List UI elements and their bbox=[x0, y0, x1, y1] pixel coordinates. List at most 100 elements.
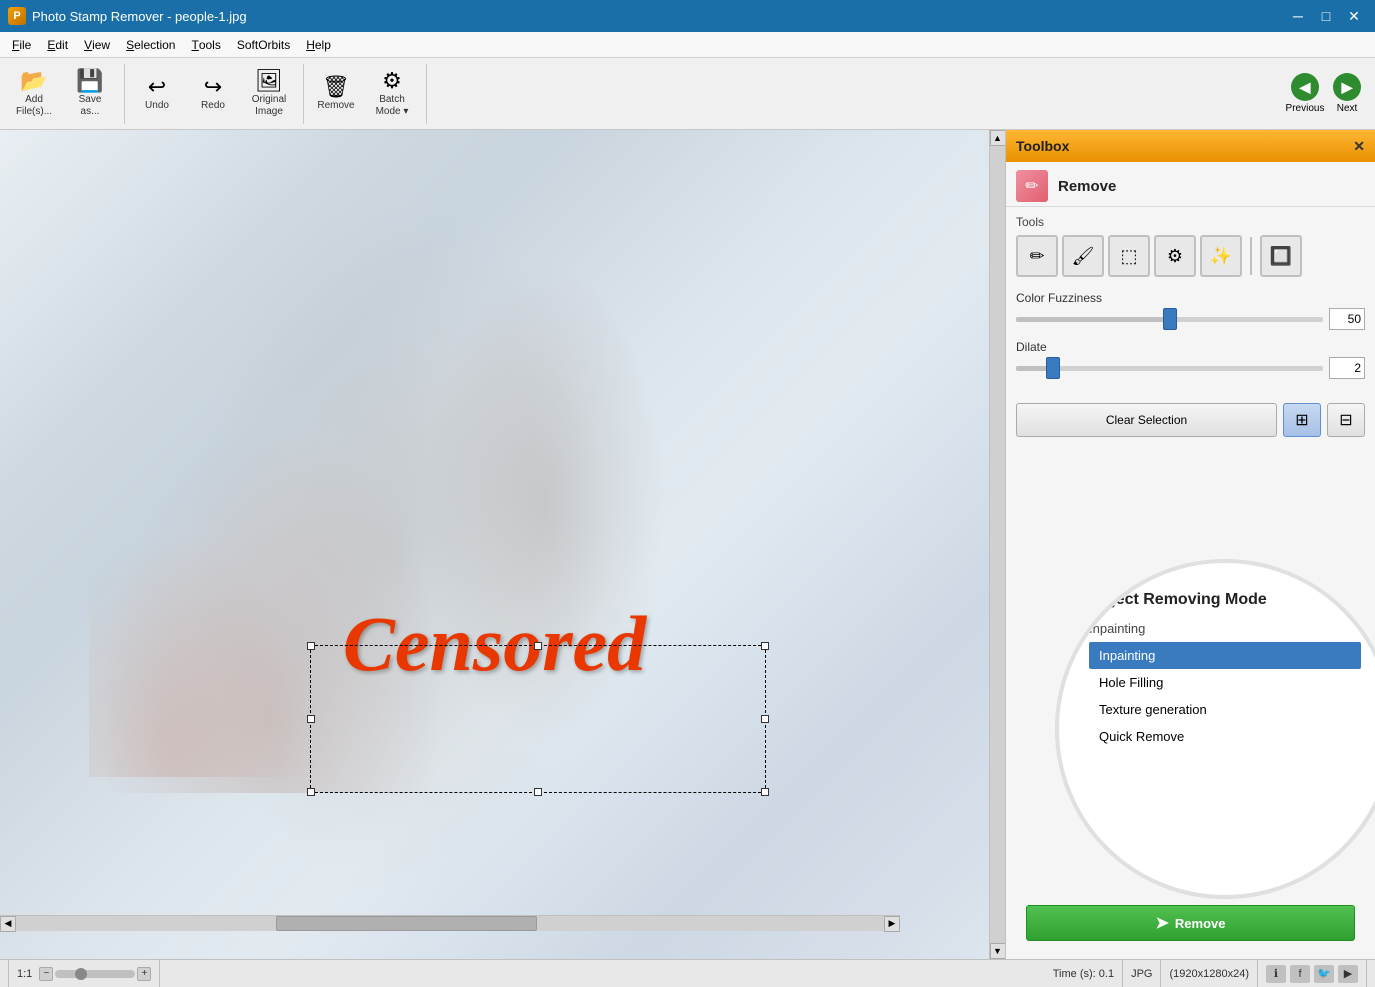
twitter-icon[interactable]: 🐦 bbox=[1314, 965, 1334, 983]
batch-mode-button[interactable]: ⚙ BatchMode ▾ bbox=[366, 65, 418, 123]
toolbar: 📂 AddFile(s)... 💾 Saveas... ↩ Undo ↪ Red… bbox=[0, 58, 1375, 130]
clear-selection-button[interactable]: Clear Selection bbox=[1016, 403, 1277, 437]
dropdown-option-inpainting[interactable]: Inpainting bbox=[1089, 642, 1361, 669]
action-row: Clear Selection ⊞ ⊟ bbox=[1006, 397, 1375, 443]
youtube-icon[interactable]: ▶ bbox=[1338, 965, 1358, 983]
menu-selection[interactable]: Selection bbox=[118, 32, 183, 57]
dropdown-area: Object Removing Mode Inpainting Inpainti… bbox=[1006, 443, 1375, 959]
original-image-button[interactable]: 🖼 OriginalImage bbox=[243, 65, 295, 123]
mode-button-1[interactable]: ⊞ bbox=[1283, 403, 1321, 437]
time-label: Time (s): 0.1 bbox=[1053, 968, 1114, 980]
color-fuzziness-control: 50 bbox=[1016, 308, 1365, 330]
scroll-h-track[interactable] bbox=[16, 916, 884, 931]
next-button[interactable]: ▶ Next bbox=[1327, 65, 1367, 123]
remove-label: Remove bbox=[317, 100, 354, 112]
canvas-area[interactable]: Censored ◀ ▶ bbox=[0, 130, 989, 959]
save-icon: 💾 bbox=[76, 70, 103, 92]
dimensions-label: (1920x1280x24) bbox=[1169, 968, 1249, 980]
menu-edit[interactable]: Edit bbox=[39, 32, 76, 57]
toolbox-panel: Toolbox ✕ ✏ Remove Tools ✏ 🖌 ⬚ ⚙ ✨ 🔲 Col bbox=[1005, 130, 1375, 959]
toolbox-close-button[interactable]: ✕ bbox=[1353, 138, 1365, 155]
remove-button[interactable]: 🗑 Remove bbox=[310, 65, 362, 123]
dilate-track[interactable] bbox=[1016, 366, 1323, 371]
remove-title: Remove bbox=[1058, 178, 1116, 195]
scroll-right-button[interactable]: ▶ bbox=[884, 916, 900, 932]
title-bar-controls[interactable]: ─ □ ✕ bbox=[1285, 5, 1367, 27]
save-label: Saveas... bbox=[79, 94, 102, 118]
main-area: Censored ◀ ▶ ▲ ▼ bbox=[0, 130, 1375, 959]
dropdown-title: Object Removing Mode bbox=[1089, 591, 1361, 609]
title-bar: P Photo Stamp Remover - people-1.jpg ─ □… bbox=[0, 0, 1375, 32]
mode-button-2[interactable]: ⊟ bbox=[1327, 403, 1365, 437]
close-button[interactable]: ✕ bbox=[1341, 5, 1367, 27]
menu-softorbits[interactable]: SoftOrbits bbox=[229, 32, 298, 57]
scroll-down-button[interactable]: ▼ bbox=[990, 943, 1006, 959]
zoom-control: 1:1 − + bbox=[17, 967, 151, 981]
scroll-v-track[interactable] bbox=[990, 146, 1005, 943]
menu-tools[interactable]: Tools bbox=[183, 32, 228, 57]
dropdown-current: Inpainting bbox=[1089, 621, 1361, 636]
color-fuzziness-value[interactable]: 50 bbox=[1329, 308, 1365, 330]
remove-section: ✏ Remove bbox=[1006, 162, 1375, 207]
menu-file[interactable]: File bbox=[4, 32, 39, 57]
info-icon[interactable]: ℹ bbox=[1266, 965, 1286, 983]
tool-separator bbox=[1250, 237, 1252, 275]
remove-action-area: ➤ Remove bbox=[1016, 897, 1365, 949]
undo-icon: ↩ bbox=[148, 76, 166, 98]
redo-icon: ↪ bbox=[204, 76, 222, 98]
remove-action-label: Remove bbox=[1175, 916, 1226, 931]
stamp-tool[interactable]: 🔲 bbox=[1260, 235, 1302, 277]
pencil-tool[interactable]: ✏ bbox=[1016, 235, 1058, 277]
maximize-button[interactable]: □ bbox=[1313, 5, 1339, 27]
status-bar: 1:1 − + Time (s): 0.1 JPG (1920x1280x24)… bbox=[0, 959, 1375, 987]
tools-row: ✏ 🖌 ⬚ ⚙ ✨ 🔲 bbox=[1016, 235, 1365, 277]
minimize-button[interactable]: ─ bbox=[1285, 5, 1311, 27]
dropdown-option-texture-generation[interactable]: Texture generation bbox=[1089, 696, 1361, 723]
color-fuzziness-track[interactable] bbox=[1016, 317, 1323, 322]
redo-label: Redo bbox=[201, 100, 225, 112]
dilate-value[interactable]: 2 bbox=[1329, 357, 1365, 379]
remove-icon: 🗑 bbox=[322, 76, 350, 98]
undo-button[interactable]: ↩ Undo bbox=[131, 65, 183, 123]
remove-action-button[interactable]: ➤ Remove bbox=[1026, 905, 1355, 941]
zoom-out-button[interactable]: − bbox=[39, 967, 53, 981]
dropdown-inner: Object Removing Mode Inpainting Inpainti… bbox=[1059, 563, 1375, 895]
previous-arrow-icon: ◀ bbox=[1291, 73, 1319, 101]
toolbar-file-group: 📂 AddFile(s)... 💾 Saveas... bbox=[8, 64, 125, 124]
dropdown-option-quick-remove[interactable]: Quick Remove bbox=[1089, 723, 1361, 750]
add-files-button[interactable]: 📂 AddFile(s)... bbox=[8, 65, 60, 123]
time-segment: Time (s): 0.1 bbox=[1045, 960, 1123, 987]
wand-tool[interactable]: ✨ bbox=[1200, 235, 1242, 277]
menu-help[interactable]: Help bbox=[298, 32, 339, 57]
color-fuzziness-thumb[interactable] bbox=[1163, 308, 1177, 330]
redo-button[interactable]: ↪ Redo bbox=[187, 65, 239, 123]
tools-section: Tools ✏ 🖌 ⬚ ⚙ ✨ 🔲 bbox=[1006, 207, 1375, 285]
dilate-thumb[interactable] bbox=[1046, 357, 1060, 379]
brush-tool[interactable]: 🖌 bbox=[1062, 235, 1104, 277]
save-as-button[interactable]: 💾 Saveas... bbox=[64, 65, 116, 123]
window-title: Photo Stamp Remover - people-1.jpg bbox=[32, 9, 247, 24]
original-image-label: OriginalImage bbox=[252, 94, 286, 118]
remove-arrow-icon: ➤ bbox=[1156, 913, 1169, 933]
vertical-scrollbar[interactable]: ▲ ▼ bbox=[989, 130, 1005, 959]
scroll-left-button[interactable]: ◀ bbox=[0, 916, 16, 932]
menu-view[interactable]: View bbox=[76, 32, 118, 57]
toolbox-header: Toolbox ✕ bbox=[1006, 130, 1375, 162]
zoom-in-button[interactable]: + bbox=[137, 967, 151, 981]
remove-tool-icon: ✏ bbox=[1016, 170, 1048, 202]
color-fuzziness-label: Color Fuzziness bbox=[1016, 291, 1365, 305]
photo-canvas: Censored bbox=[0, 130, 989, 959]
previous-button[interactable]: ◀ Previous bbox=[1285, 65, 1325, 123]
selection-rect-tool[interactable]: ⬚ bbox=[1108, 235, 1150, 277]
magic-wand-tool[interactable]: ⚙ bbox=[1154, 235, 1196, 277]
zoom-track[interactable] bbox=[55, 970, 135, 978]
dropdown-option-hole-filling[interactable]: Hole Filling bbox=[1089, 669, 1361, 696]
title-bar-left: P Photo Stamp Remover - people-1.jpg bbox=[8, 7, 247, 25]
scroll-up-button[interactable]: ▲ bbox=[990, 130, 1006, 146]
zoom-segment: 1:1 − + bbox=[8, 960, 160, 987]
zoom-thumb[interactable] bbox=[75, 968, 87, 980]
horizontal-scrollbar[interactable]: ◀ ▶ bbox=[0, 915, 900, 931]
facebook-icon[interactable]: f bbox=[1290, 965, 1310, 983]
scroll-h-thumb[interactable] bbox=[276, 916, 536, 931]
toolbox-title: Toolbox bbox=[1016, 138, 1069, 154]
